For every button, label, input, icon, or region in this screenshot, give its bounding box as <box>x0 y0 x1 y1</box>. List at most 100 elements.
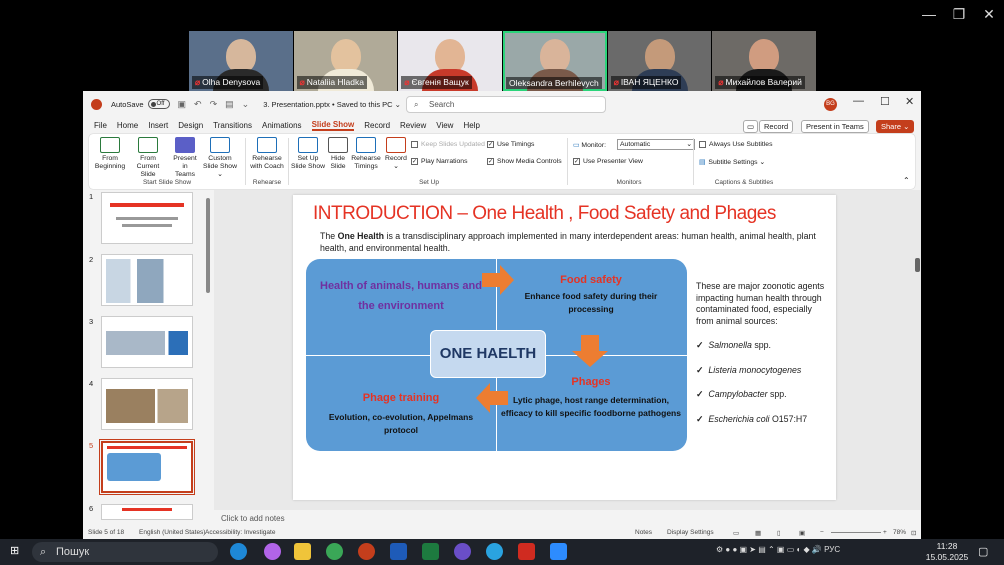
zoom-icon[interactable] <box>550 543 567 560</box>
autosave-toggle[interactable]: Off <box>147 99 170 109</box>
save-icon[interactable]: ▣ <box>178 99 187 110</box>
play-narrations-checkbox[interactable]: ✓ Play Narrations <box>411 158 467 165</box>
share-button[interactable]: Share ⌄ <box>876 120 915 133</box>
participant-tile[interactable]: ⌀ Євгенія Ващук <box>398 31 503 91</box>
tab-insert[interactable]: Insert <box>148 121 168 130</box>
normal-view-icon[interactable]: ▭ <box>733 529 739 537</box>
copilot-icon[interactable] <box>264 543 281 560</box>
file-explorer-icon[interactable] <box>294 543 311 560</box>
accessibility-status[interactable]: Accessibility: Investigate <box>205 529 275 536</box>
from-beginning-button[interactable]: From Beginning <box>93 137 127 171</box>
tab-file[interactable]: File <box>94 121 107 130</box>
close-icon[interactable]: ✕ <box>905 95 914 108</box>
zoonotic-agents-list[interactable]: These are major zoonotic agents impactin… <box>696 281 831 425</box>
present-in-teams-button[interactable]: Present in Teams <box>801 120 869 133</box>
viber-icon[interactable] <box>454 543 471 560</box>
tab-review[interactable]: Review <box>400 121 426 130</box>
fit-slide-icon[interactable]: ⊡ <box>911 529 916 537</box>
telegram-icon[interactable] <box>486 543 503 560</box>
comments-icon[interactable]: ▭ <box>743 120 759 133</box>
notes-pane[interactable]: Click to add notes <box>214 510 921 527</box>
slide-title[interactable]: INTRODUCTION – One Health , Food Safety … <box>313 203 833 225</box>
word-icon[interactable] <box>390 543 407 560</box>
participant-tile[interactable]: ⌀ IВАН ЯЦЕНКО <box>607 31 712 91</box>
zoom-in-icon[interactable]: + <box>883 529 887 536</box>
present-in-teams-ribbon-button[interactable]: Present in Teams <box>172 137 198 179</box>
tab-help[interactable]: Help <box>463 121 479 130</box>
participant-tile[interactable]: ⌀ Olha Denysova <box>189 31 293 91</box>
zoom-out-icon[interactable]: − <box>820 529 824 536</box>
zoom-slider[interactable] <box>831 532 881 533</box>
slide-thumbnail-5[interactable] <box>99 439 195 495</box>
minimize-button[interactable]: — <box>914 0 944 28</box>
clock[interactable]: 11:28 15.05.2025 <box>922 541 972 563</box>
tab-transitions[interactable]: Transitions <box>213 121 252 130</box>
notification-icon[interactable]: ▢ <box>978 545 988 558</box>
tab-record[interactable]: Record <box>364 121 390 130</box>
collapse-ribbon-icon[interactable]: ⌃ <box>903 176 910 185</box>
one-health-diagram[interactable]: ONE HAELTH Health of animals, humans and… <box>306 259 687 451</box>
slide-thumbnail-1[interactable] <box>101 192 193 244</box>
record-button[interactable]: Record <box>759 120 794 133</box>
participant-tile[interactable]: ⌀ Михайлов Валерий <box>712 31 817 91</box>
participant-tile[interactable]: Oleksandra Berhilevych <box>503 31 607 91</box>
slideshow-view-icon[interactable]: ▣ <box>799 529 805 537</box>
slide-thumbnail-2[interactable] <box>101 254 193 306</box>
slide-thumbnail-6[interactable] <box>101 504 193 520</box>
record-ribbon-button[interactable]: Record ⌄ <box>383 137 409 171</box>
slide-canvas[interactable]: INTRODUCTION – One Health , Food Safety … <box>293 195 836 500</box>
tab-design[interactable]: Design <box>178 121 203 130</box>
use-presenter-view-checkbox[interactable]: ✓ Use Presenter View <box>573 158 643 165</box>
excel-icon[interactable] <box>422 543 439 560</box>
search-box[interactable]: ⌕ Search <box>406 96 606 113</box>
scrollbar-thumb[interactable] <box>206 198 210 293</box>
rehearse-timings-button[interactable]: Rehearse Timings <box>351 137 381 171</box>
redo-icon[interactable]: ↷ <box>210 99 218 110</box>
scrollbar-thumb[interactable] <box>915 258 920 272</box>
use-timings-checkbox[interactable]: ✓ Use Timings <box>487 141 534 148</box>
file-name[interactable]: 3. Presentation.pptx • Saved to this PC … <box>263 100 401 109</box>
tab-slide-show[interactable]: Slide Show <box>311 120 355 131</box>
tab-animations[interactable]: Animations <box>262 121 302 130</box>
edge-icon[interactable] <box>230 543 247 560</box>
notes-button[interactable]: Notes <box>635 529 652 536</box>
always-use-subtitles-checkbox[interactable]: Always Use Subtitles <box>699 141 772 148</box>
customize-toolbar-icon[interactable]: ⌄ <box>242 99 250 110</box>
avatar[interactable]: BG <box>824 98 837 111</box>
set-up-slide-show-button[interactable]: Set Up Slide Show <box>291 137 325 171</box>
participant-name: ⌀ Nataliia Hladka <box>296 76 367 89</box>
participant-tile[interactable]: ⌀ Nataliia Hladka <box>293 31 398 91</box>
minimize-icon[interactable]: — <box>853 95 864 107</box>
powerpoint-icon[interactable] <box>358 543 375 560</box>
slide-intro-text[interactable]: The One Health is a transdisciplinary ap… <box>320 231 830 254</box>
system-tray[interactable]: ⚙ ● ● ▣ ➤ ▤ ⌃ ▣ ▭ ◐ ◆ 🔊 РУС <box>716 545 840 554</box>
close-button[interactable]: ✕ <box>974 0 1004 28</box>
show-media-controls-checkbox[interactable]: ✓ Show Media Controls <box>487 158 562 165</box>
tab-home[interactable]: Home <box>117 121 138 130</box>
taskbar-search[interactable]: ⌕ Пошук <box>32 542 218 562</box>
hide-slide-button[interactable]: Hide Slide <box>327 137 349 171</box>
maximize-icon[interactable]: ☐ <box>880 95 890 108</box>
language-status[interactable]: English (United States) <box>139 529 205 536</box>
thumbnail-scrollbar[interactable] <box>206 190 210 520</box>
slide-thumbnail-4[interactable] <box>101 378 193 430</box>
slide-thumbnail-3[interactable] <box>101 316 193 368</box>
slide-sorter-icon[interactable]: ▦ <box>755 529 761 537</box>
setup-icon <box>298 137 318 153</box>
subtitle-settings-button[interactable]: ▤ Subtitle Settings ⌄ <box>699 158 765 166</box>
maximize-button[interactable]: ❐ <box>944 0 974 28</box>
reading-view-icon[interactable]: ▯ <box>777 529 781 537</box>
display-settings-button[interactable]: Display Settings <box>667 529 714 536</box>
present-icon[interactable]: ▤ <box>225 99 234 110</box>
chrome-icon[interactable] <box>326 543 343 560</box>
tab-view[interactable]: View <box>436 121 453 130</box>
monitor-select[interactable]: Automatic ⌄ <box>617 139 695 150</box>
undo-icon[interactable]: ↶ <box>194 99 202 110</box>
rehearse-with-coach-button[interactable]: Rehearse with Coach <box>249 137 285 171</box>
editor-scrollbar[interactable] <box>915 190 921 510</box>
from-current-slide-button[interactable]: From Current Slide <box>129 137 167 179</box>
acrobat-icon[interactable] <box>518 543 535 560</box>
windows-start-icon[interactable]: ⊞ <box>10 545 22 557</box>
zoom-level[interactable]: 78% <box>893 529 906 536</box>
custom-slide-show-button[interactable]: Custom Slide Show ⌄ <box>200 137 240 179</box>
